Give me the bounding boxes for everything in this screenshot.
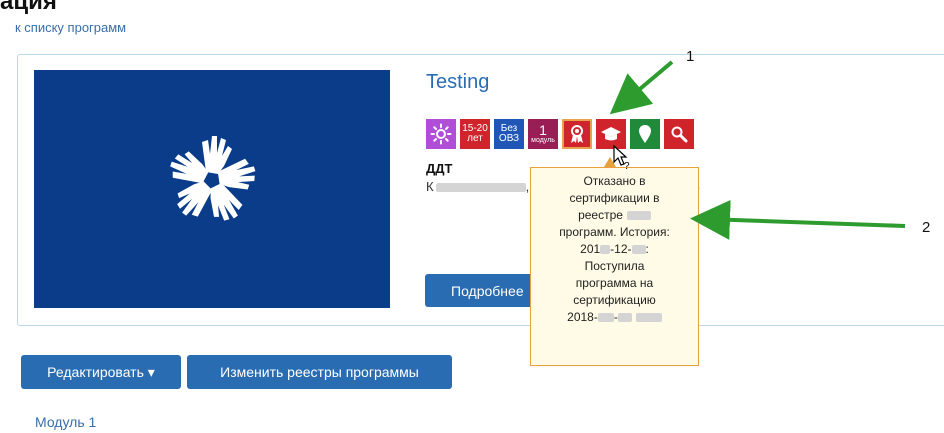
details-button[interactable]: Подробнее [425, 274, 543, 307]
search-icon [671, 126, 688, 143]
back-to-programs-link[interactable]: к списку программ [15, 20, 126, 35]
redacted-text [631, 245, 646, 255]
program-image [34, 70, 390, 308]
annotation-label-2: 2 [922, 219, 931, 236]
sun-icon [430, 123, 452, 145]
badge-location[interactable] [630, 119, 660, 149]
badge-search[interactable] [664, 119, 694, 149]
redacted-text [597, 313, 614, 323]
organization-name: ДДТ [426, 161, 453, 176]
program-title[interactable]: Testing [426, 71, 489, 94]
map-pin-icon [639, 125, 651, 143]
tooltip-line: сертификации в [569, 191, 660, 205]
tooltip-line: 2018- - [531, 309, 698, 326]
redacted-text [600, 245, 611, 255]
tooltip-text: 201 [580, 242, 601, 256]
hands-star-logo-icon [170, 136, 256, 221]
annotation-label-1: 1 [686, 48, 695, 65]
tooltip-text: -12- [610, 242, 632, 256]
badge-age-unit: лет [467, 133, 483, 144]
tooltip-line: Поступила [584, 259, 645, 273]
redacted-text [617, 313, 632, 323]
badge-ovz[interactable]: Без ОВЗ [494, 119, 524, 149]
badge-certification[interactable] [562, 119, 592, 149]
edit-dropdown-button[interactable]: Редактировать ▾ [21, 355, 181, 389]
svg-text:?: ? [624, 161, 630, 170]
redacted-text [435, 183, 526, 193]
change-registries-button[interactable]: Изменить реестры программы [187, 355, 452, 389]
chevron-down-icon: ▾ [147, 363, 155, 380]
tooltip-line: программ. История: [559, 225, 670, 239]
address-comma: , [525, 179, 530, 194]
redacted-text [626, 211, 651, 221]
mouse-cursor-icon: ? [613, 144, 630, 170]
badge-focus-sun[interactable] [426, 119, 456, 149]
tooltip-text: : [645, 242, 649, 256]
program-card: Testing 15-20 лет Без ОВЗ 1 модуль ДДТ К… [17, 54, 944, 326]
graduation-cap-icon [601, 127, 621, 141]
page-heading: ация [0, 0, 57, 15]
tooltip-line: 201 -12-: [531, 241, 698, 258]
tooltip-text: реестре [578, 208, 623, 222]
tooltip-line: реестре [531, 207, 698, 224]
badge-module-count: 1 [539, 122, 547, 138]
tooltip-line: Отказано в [583, 174, 646, 188]
badge-module-unit: модуль [531, 137, 555, 144]
tooltip-line: программа на [575, 276, 654, 290]
tooltip-line: сертификацию [573, 293, 656, 307]
badge-modules[interactable]: 1 модуль [528, 119, 558, 149]
tooltip-text: 2018- [567, 310, 598, 324]
redacted-text [635, 313, 662, 323]
badge-age[interactable]: 15-20 лет [460, 119, 490, 149]
address-prefix: К [426, 179, 434, 194]
certificate-ribbon-icon [571, 125, 583, 143]
certification-tooltip: Отказано в сертификации в реестре програ… [530, 167, 699, 366]
badge-ovz-line2: ОВЗ [498, 133, 520, 144]
edit-button-label: Редактировать [47, 363, 144, 380]
program-badges: 15-20 лет Без ОВЗ 1 модуль [426, 119, 694, 149]
module-link[interactable]: Модуль 1 [35, 414, 96, 430]
